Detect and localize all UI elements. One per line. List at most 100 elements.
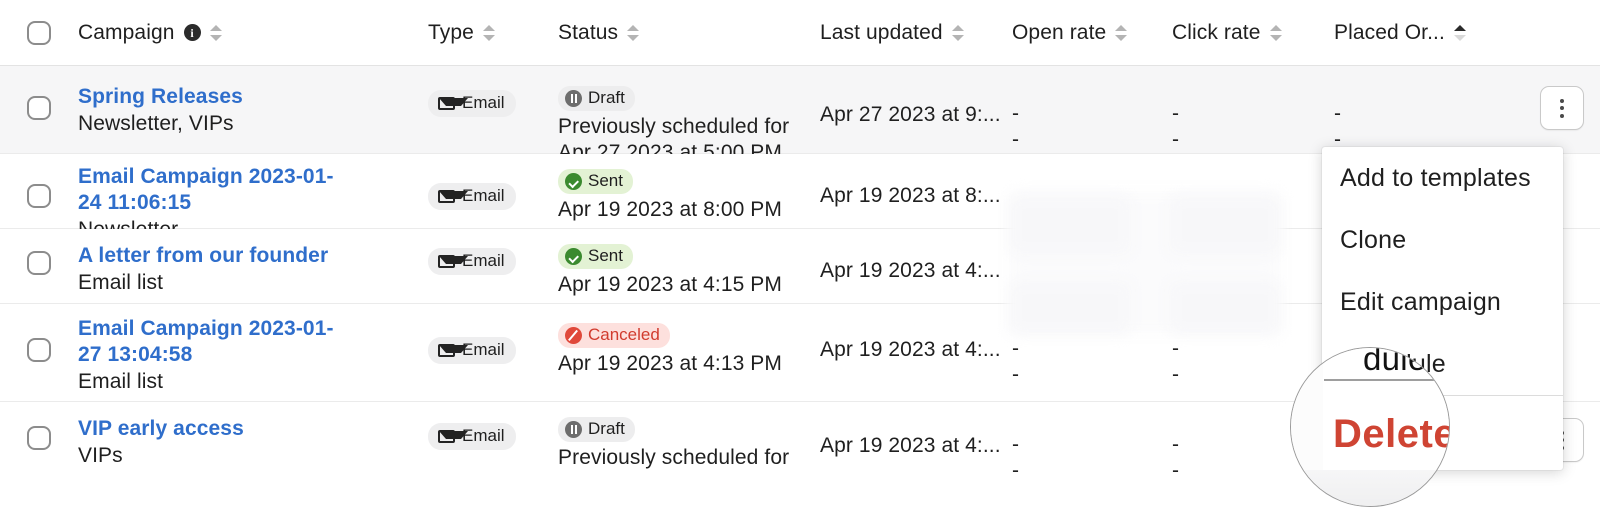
status-subtext: Apr 19 2023 at 8:00 PM — [558, 197, 783, 221]
row-last-updated-cell: Apr 19 2023 at 8:... — [820, 164, 1012, 209]
row-open-rate-cell: - - — [1012, 416, 1172, 484]
type-badge-label: Email — [462, 426, 505, 445]
open-rate-value: - — [1012, 102, 1019, 125]
campaign-name-link[interactable]: Email Campaign 2023-01-24 11:06:15 — [78, 164, 348, 216]
magnifier-delete-label: Delete — [1333, 412, 1450, 456]
pause-icon — [565, 420, 582, 438]
column-header-click-rate[interactable]: Click rate — [1172, 21, 1334, 45]
column-header-type-label: Type — [428, 20, 474, 44]
row-open-rate-cell: - - — [1012, 84, 1172, 153]
select-all-checkbox[interactable] — [27, 20, 51, 45]
magnifier-menu-divider — [1324, 379, 1449, 381]
status-badge: Canceled — [558, 323, 670, 348]
column-header-status[interactable]: Status — [558, 21, 820, 45]
column-header-open-rate-label: Open rate — [1012, 20, 1107, 44]
magnifier-content: dule Delete — [1291, 347, 1450, 506]
row-select-checkbox[interactable] — [27, 96, 51, 120]
open-rate-value: - — [1012, 337, 1019, 360]
row-select-checkbox[interactable] — [27, 338, 51, 362]
slash-circle-icon — [565, 326, 582, 344]
column-header-last-updated[interactable]: Last updated — [820, 21, 1012, 45]
info-icon[interactable]: i — [183, 24, 201, 41]
campaign-name-link[interactable]: Spring Releases — [78, 84, 348, 110]
column-header-placed-orders[interactable]: Placed Or... — [1334, 21, 1524, 45]
column-header-open-rate[interactable]: Open rate — [1012, 21, 1172, 45]
row-checkbox-cell — [0, 316, 78, 362]
status-subtext: Apr 19 2023 at 4:15 PM — [558, 272, 783, 296]
kebab-dot — [1560, 98, 1564, 103]
row-status-cell: Sent Apr 19 2023 at 4:15 PM — [558, 243, 820, 298]
table-row[interactable]: Spring Releases Newsletter, VIPs Email D… — [0, 66, 1600, 164]
campaign-name-link[interactable]: VIP early access — [78, 416, 348, 442]
column-header-type[interactable]: Type — [428, 21, 558, 45]
check-circle-icon — [565, 172, 582, 190]
status-badge-label: Draft — [588, 419, 625, 438]
open-rate-value: - — [1012, 433, 1019, 456]
type-badge-label: Email — [462, 93, 505, 112]
kebab-dot — [1560, 113, 1564, 118]
envelope-icon — [438, 429, 468, 443]
row-campaign-cell: VIP early access VIPs — [78, 416, 428, 469]
redacted-metrics-overlay — [1010, 196, 1130, 254]
status-badge: Sent — [558, 169, 633, 194]
row-last-updated-cell: Apr 19 2023 at 4:... — [820, 243, 1012, 284]
redacted-metrics-overlay — [1170, 282, 1280, 334]
row-campaign-cell: Spring Releases Newsletter, VIPs — [78, 84, 428, 137]
sort-icon-click-rate[interactable] — [1269, 23, 1283, 43]
row-campaign-cell: Email Campaign 2023-01-27 13:04:58 Email… — [78, 316, 428, 395]
menu-item-edit-campaign[interactable]: Edit campaign — [1322, 271, 1563, 333]
last-updated-value: Apr 19 2023 at 4:... — [820, 338, 1001, 361]
row-status-cell: Canceled Apr 19 2023 at 4:13 PM — [558, 316, 820, 377]
sort-icon-campaign[interactable] — [209, 23, 223, 43]
status-badge-label: Sent — [588, 171, 623, 190]
row-checkbox-cell — [0, 164, 78, 208]
type-badge-email: Email — [428, 248, 516, 275]
sort-icon-placed-orders[interactable] — [1453, 23, 1467, 43]
row-click-rate-cell: - - — [1172, 84, 1334, 153]
row-status-cell: Draft Previously scheduled for — [558, 416, 820, 471]
campaign-name-link[interactable]: A letter from our founder — [78, 243, 398, 269]
status-badge-label: Canceled — [588, 325, 660, 344]
row-last-updated-cell: Apr 19 2023 at 4:... — [820, 416, 1012, 459]
last-updated-value: Apr 19 2023 at 8:... — [820, 184, 1001, 207]
last-updated-value: Apr 19 2023 at 4:... — [820, 434, 1001, 457]
magnifier-partial-schedule-label: dule — [1363, 347, 1427, 377]
status-badge-label: Draft — [588, 88, 625, 107]
click-rate-value: - — [1172, 102, 1179, 125]
row-actions-kebab-button[interactable] — [1540, 86, 1584, 130]
sort-icon-open-rate[interactable] — [1115, 23, 1128, 43]
row-placed-orders-cell: - - — [1334, 84, 1524, 153]
row-select-checkbox[interactable] — [27, 184, 51, 208]
status-badge: Sent — [558, 244, 633, 269]
magnifier-bottom-shadow — [1291, 470, 1449, 506]
status-badge: Draft — [558, 417, 635, 442]
row-last-updated-cell: Apr 19 2023 at 4:... — [820, 316, 1012, 363]
open-rate-value-2: - — [1012, 363, 1019, 386]
type-badge-label: Email — [462, 340, 505, 359]
campaign-name-link[interactable]: Email Campaign 2023-01-27 13:04:58 — [78, 316, 348, 368]
menu-item-add-to-templates[interactable]: Add to templates — [1322, 147, 1563, 209]
campaign-audience: Email list — [78, 271, 164, 294]
row-actions-cell — [1524, 84, 1600, 130]
column-header-last-updated-label: Last updated — [820, 20, 943, 44]
column-header-campaign[interactable]: Campaign i — [78, 21, 428, 45]
campaign-audience: Email list — [78, 370, 164, 393]
redacted-metrics-overlay — [1010, 282, 1130, 334]
sort-icon-status[interactable] — [627, 23, 640, 43]
campaign-audience: Newsletter, VIPs — [78, 112, 234, 135]
column-header-status-label: Status — [558, 20, 619, 44]
sort-icon-last-updated[interactable] — [951, 23, 965, 43]
row-select-checkbox[interactable] — [27, 426, 51, 450]
row-select-checkbox[interactable] — [27, 251, 51, 275]
campaign-audience: VIPs — [78, 444, 123, 467]
envelope-icon — [438, 343, 468, 357]
status-subtext: Apr 19 2023 at 4:13 PM — [558, 351, 783, 375]
sort-icon-type[interactable] — [482, 23, 496, 43]
type-badge-email: Email — [428, 337, 516, 364]
placed-orders-value: - — [1334, 102, 1341, 125]
envelope-icon — [438, 96, 468, 110]
click-rate-value-2: - — [1172, 128, 1179, 151]
menu-item-clone[interactable]: Clone — [1322, 209, 1563, 271]
table-header-row: Campaign i Type Status Last updated Open… — [0, 0, 1600, 66]
type-badge-email: Email — [428, 423, 516, 450]
